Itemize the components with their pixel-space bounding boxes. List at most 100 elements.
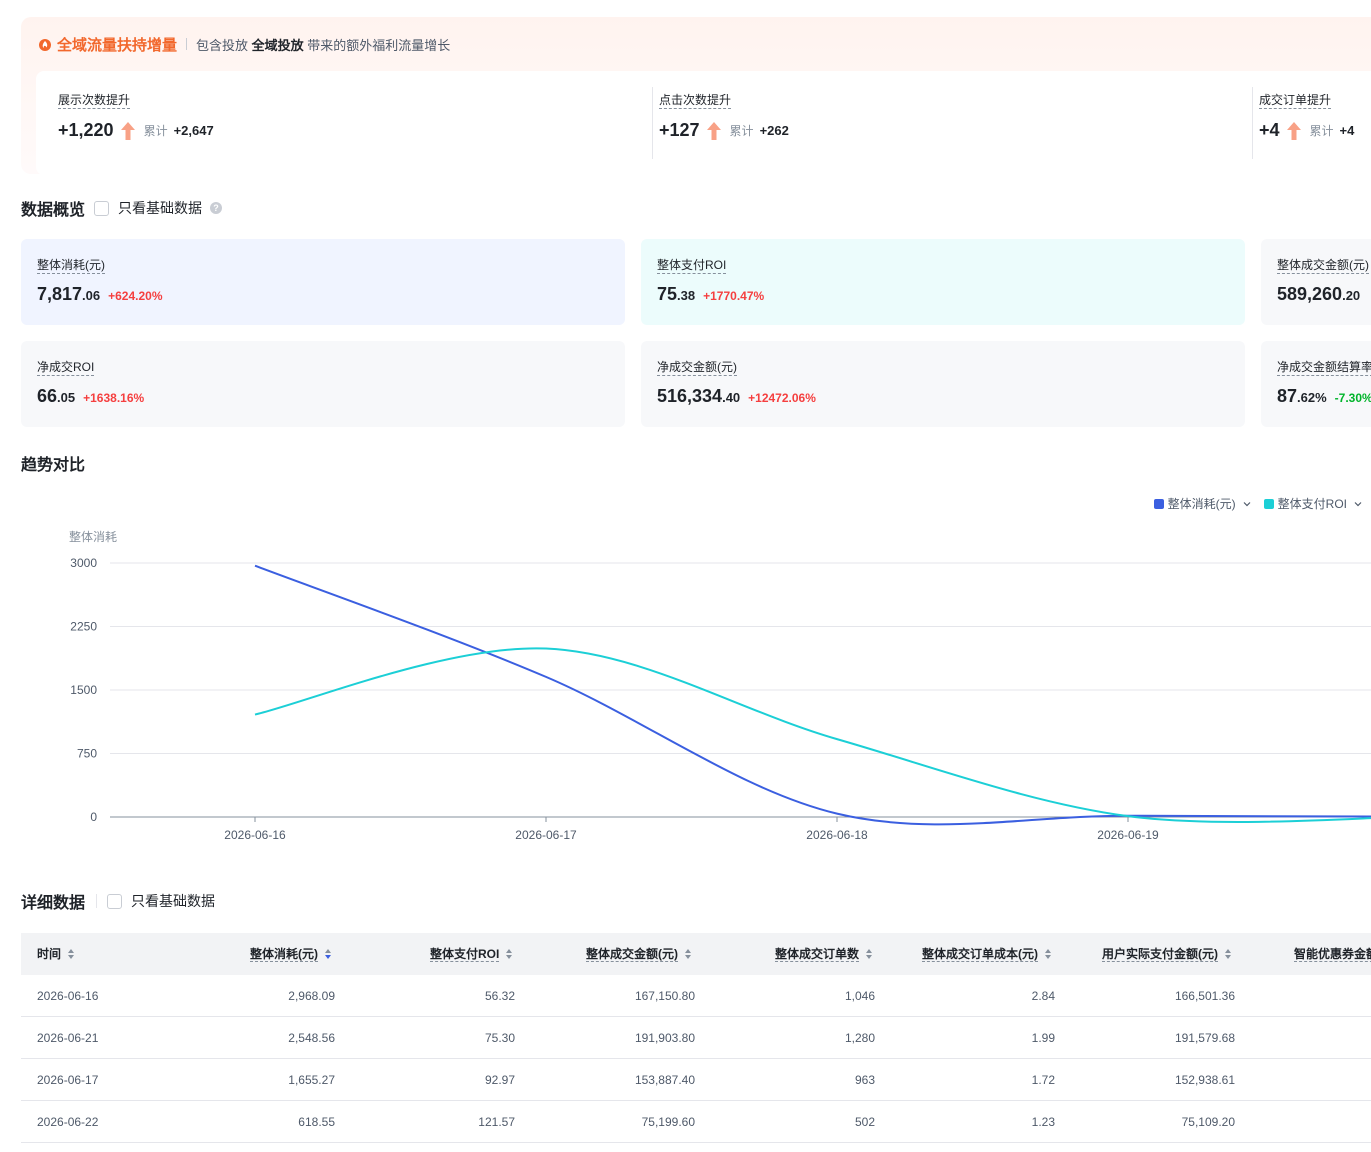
banner-title: 全域流量扶持增量 <box>57 36 178 54</box>
legend-label: 整体支付ROI <box>1277 497 1347 511</box>
table-cell: 1.72 <box>1031 1073 1055 1087</box>
metric-value-dec: .06 <box>82 288 101 303</box>
metric-card-net-gmv[interactable]: 净成交金额(元) 516,334 .40 +12472.06% <box>641 341 1245 427</box>
x-tick-label: 2026-06-17 <box>515 828 577 842</box>
basic-data-checkbox[interactable] <box>94 200 110 216</box>
table-cell: 152,938.61 <box>1174 1073 1235 1087</box>
lift-value: +4 <box>1259 120 1280 140</box>
column-header-label: 整体消耗(元) <box>250 946 318 962</box>
lift-acc-value: +4 <box>1339 123 1355 138</box>
table-cell: 618.55 <box>298 1115 335 1129</box>
table-cell: 75,109.20 <box>1181 1115 1235 1129</box>
chart-legend: 整体消耗(元) 整体支付ROI <box>1153 495 1371 512</box>
table-cell: 2.84 <box>1031 989 1055 1003</box>
arrow-up-icon <box>1286 121 1301 140</box>
column-header[interactable]: 整体成交订单数 <box>775 933 873 975</box>
column-header[interactable]: 整体成交金额(元) <box>586 933 692 975</box>
column-header-label: 整体成交订单数 <box>775 946 860 962</box>
overview-title: 数据概览 <box>21 202 86 219</box>
sort-icon[interactable] <box>865 948 873 960</box>
column-header-label: 智能优惠券金额 <box>1294 947 1371 962</box>
x-tick-label: 2026-06-19 <box>1097 828 1159 842</box>
table-body: 2026-06-16 2,968.09 56.32 167,150.80 1,046 2.… <box>21 975 1371 1143</box>
metric-value-dec: .05 <box>57 390 76 405</box>
sort-icon[interactable] <box>505 948 513 960</box>
lift-label[interactable]: 成交订单提升 <box>1259 93 1332 109</box>
table-row[interactable]: 2026-06-22 618.55 121.57 75,199.60 502 1.23 75… <box>21 1101 1371 1143</box>
help-icon[interactable]: ? <box>210 202 223 214</box>
metric-value-int: 516,334 <box>657 386 723 406</box>
column-header-label: 用户实际支付金额(元) <box>1102 946 1218 962</box>
legend-item-cost[interactable]: 整体消耗(元) <box>1153 495 1252 512</box>
y-tick-label: 2250 <box>70 620 97 634</box>
table-row[interactable]: 2026-06-21 2,548.56 75.30 191,903.80 1,280 1.… <box>21 1017 1371 1059</box>
banner-description: 包含投放 全域投放 带来的额外福利流量增长 <box>196 37 451 53</box>
table-cell: 75,199.60 <box>641 1115 695 1129</box>
column-header[interactable]: 用户实际支付金额(元) <box>1102 933 1232 975</box>
boost-summary-card: 展示次数提升 +1,220 累计 +2,647 点击次数提升 +127 累计 +… <box>36 71 1371 175</box>
metric-card-gmv[interactable]: 整体成交金额(元) 589,260 .20 <box>1261 239 1371 325</box>
y-tick-label: 750 <box>77 747 97 761</box>
sort-icon[interactable] <box>324 948 332 960</box>
column-header[interactable]: 整体支付ROI <box>430 933 513 975</box>
basic-data-label[interactable]: 只看基础数据 <box>118 198 202 218</box>
column-header-label: 时间 <box>37 947 62 961</box>
detail-basic-data-label[interactable]: 只看基础数据 <box>131 891 215 911</box>
table-row[interactable]: 2026-06-17 1,655.27 92.97 153,887.40 963 1.72… <box>21 1059 1371 1101</box>
column-header[interactable]: 时间 <box>37 933 75 975</box>
table-cell: 166,501.36 <box>1174 989 1235 1003</box>
metric-card-total-cost[interactable]: 整体消耗(元) 7,817 .06 +624.20% <box>21 239 625 325</box>
lift-value: +1,220 <box>58 120 114 140</box>
table-row[interactable]: 2026-06-16 2,968.09 56.32 167,150.80 1,046 2.… <box>21 975 1371 1017</box>
sort-icon[interactable] <box>67 948 75 960</box>
series-line-roi <box>254 647 1371 823</box>
trend-header: 趋势对比 <box>21 453 85 474</box>
table-cell: 1.23 <box>1031 1115 1055 1129</box>
lift-label[interactable]: 点击次数提升 <box>659 93 732 109</box>
table-cell: 2026-06-21 <box>37 1031 99 1045</box>
metric-label: 整体成交金额(元) <box>1277 258 1369 274</box>
column-header-label: 整体成交订单成本(元) <box>922 946 1038 962</box>
sort-icon[interactable] <box>1044 948 1052 960</box>
table-cell: 2026-06-16 <box>37 989 99 1003</box>
table-cell: 502 <box>854 1115 875 1129</box>
table-cell: 191,579.68 <box>1174 1031 1235 1045</box>
lift-orders: 成交订单提升 +4 累计 +4 <box>1252 87 1371 159</box>
y-tick-label: 0 <box>90 810 97 824</box>
y-tick-label: 1500 <box>70 683 97 697</box>
sort-icon[interactable] <box>684 948 692 960</box>
banner-divider <box>186 38 188 50</box>
table-cell: 56.32 <box>484 989 515 1003</box>
trend-line-chart[interactable]: 整体消耗 3000 2250 1500 750 0 2026-06-16 2026-06-17… <box>0 520 1371 850</box>
detail-basic-data-checkbox[interactable] <box>107 893 123 909</box>
table-cell: 2,968.09 <box>288 989 335 1003</box>
table-cell: 75.30 <box>484 1031 515 1045</box>
metric-label: 净成交ROI <box>37 360 95 376</box>
metric-value-dec: .38 <box>677 288 696 303</box>
legend-item-roi[interactable]: 整体支付ROI <box>1263 495 1363 512</box>
lift-acc-label: 累计 <box>143 124 168 138</box>
column-header[interactable]: 智能优惠券金额 <box>1294 933 1371 975</box>
column-header[interactable]: 整体消耗(元) <box>250 933 332 975</box>
x-tick-label: 2026-06-16 <box>224 828 286 842</box>
lift-acc-label: 累计 <box>1309 124 1334 138</box>
metric-card-settlement-rate[interactable]: 净成交金额结算率 87 .62% -7.30% <box>1261 341 1371 427</box>
legend-swatch <box>1153 498 1164 509</box>
sort-icon[interactable] <box>1224 948 1232 960</box>
metric-label: 净成交金额(元) <box>657 360 737 376</box>
table-cell: 153,887.40 <box>634 1073 695 1087</box>
lift-clicks: 点击次数提升 +127 累计 +262 <box>652 87 1252 159</box>
table-cell: 92.97 <box>484 1073 515 1087</box>
column-header[interactable]: 整体成交订单成本(元) <box>922 933 1052 975</box>
table-cell: 1.99 <box>1031 1031 1055 1045</box>
metric-card-pay-roi[interactable]: 整体支付ROI 75 .38 +1770.47% <box>641 239 1245 325</box>
lift-label[interactable]: 展示次数提升 <box>58 93 131 109</box>
chevron-down-icon <box>1243 501 1251 506</box>
metric-change: +1770.47% <box>703 289 765 303</box>
metric-change: +12472.06% <box>748 391 816 405</box>
metric-card-net-roi[interactable]: 净成交ROI 66 .05 +1638.16% <box>21 341 625 427</box>
series-line-cost <box>254 564 1371 826</box>
column-header-label: 整体支付ROI <box>430 946 500 962</box>
metric-change: +1638.16% <box>83 391 145 405</box>
arrow-up-icon <box>120 121 135 140</box>
